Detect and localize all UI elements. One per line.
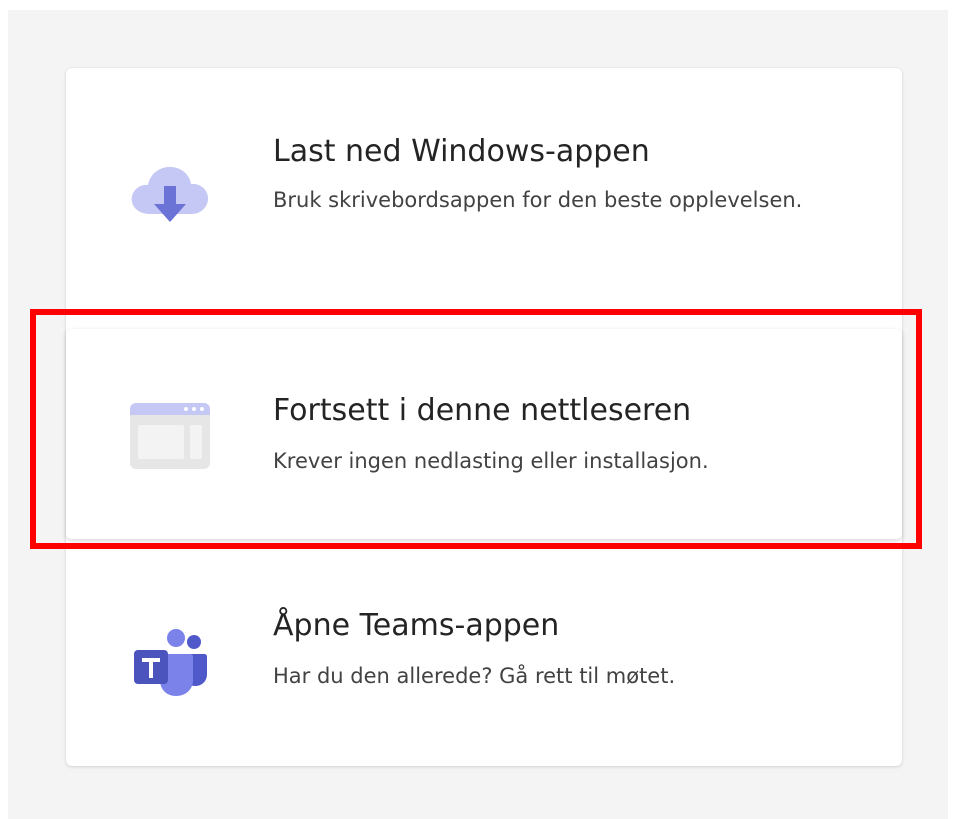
cloud-download-icon [128,158,212,230]
open-teams-app-option[interactable]: Åpne Teams-appen Har du den allerede? Gå… [66,546,902,766]
option-title: Last ned Windows-appen [273,134,650,169]
browser-window-icon [128,401,212,473]
continue-in-browser-option[interactable]: Fortsett i denne nettleseren Krever inge… [66,329,902,539]
option-description: Har du den allerede? Gå rett til møtet. [273,664,676,688]
download-windows-app-option[interactable]: Last ned Windows-appen Bruk skrivebordsa… [66,68,902,318]
option-description: Bruk skrivebordsappen for den beste oppl… [273,188,803,212]
continue-in-browser-card: Fortsett i denne nettleseren Krever inge… [66,329,902,539]
option-title: Åpne Teams-appen [273,608,560,643]
option-description: Krever ingen nedlasting eller installasj… [273,449,709,473]
teams-logo-icon [128,626,212,698]
option-title: Fortsett i denne nettleseren [273,393,692,428]
